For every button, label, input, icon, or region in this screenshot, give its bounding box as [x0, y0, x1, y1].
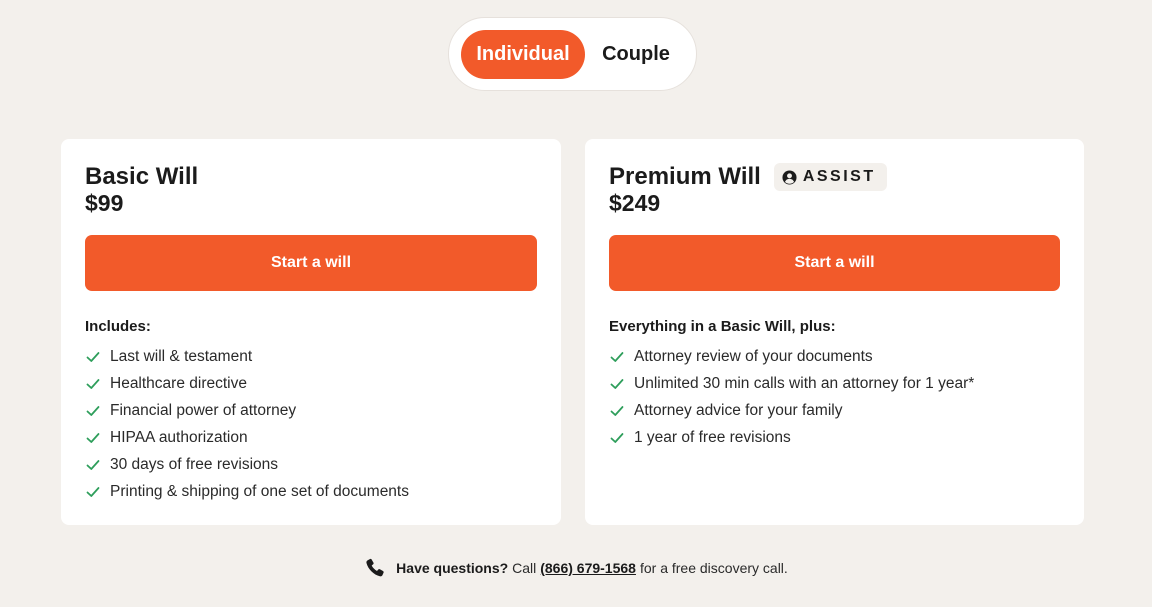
toggle-couple[interactable]: Couple: [586, 30, 686, 79]
basic-will-card: Basic Will $99 Start a will Includes: La…: [61, 139, 561, 525]
check-icon: [86, 351, 100, 362]
phone-link[interactable]: (866) 679-1568: [540, 560, 636, 576]
features-list: Last will & testament Healthcare directi…: [85, 343, 409, 505]
list-item: Financial power of attorney: [85, 397, 409, 424]
premium-will-card: Premium Will ASSIST $249 Start a will Ev…: [585, 139, 1084, 525]
plan-price: $249: [609, 190, 661, 216]
list-item: Last will & testament: [85, 343, 409, 370]
features-heading: Includes:: [85, 318, 151, 335]
questions-label: Have questions?: [396, 560, 509, 576]
user-circle-icon: [782, 169, 797, 185]
plan-title: Premium Will ASSIST: [609, 163, 887, 191]
list-item: Attorney review of your documents: [609, 343, 974, 370]
list-item: Unlimited 30 min calls with an attorney …: [609, 370, 974, 397]
footer-tail: for a free discovery call.: [639, 560, 788, 576]
list-item: Attorney advice for your family: [609, 397, 974, 424]
features-heading: Everything in a Basic Will, plus:: [609, 318, 836, 335]
plan-type-toggle: Individual Couple: [448, 17, 697, 91]
start-will-button[interactable]: Start a will: [85, 235, 537, 291]
phone-icon: [366, 558, 384, 577]
list-item: Healthcare directive: [85, 370, 409, 397]
list-item: Printing & shipping of one set of docume…: [85, 478, 409, 505]
assist-badge: ASSIST: [773, 163, 887, 191]
call-text: Call: [512, 560, 537, 576]
check-icon: [86, 459, 100, 470]
start-will-button[interactable]: Start a will: [609, 235, 1060, 291]
check-icon: [86, 486, 100, 497]
help-footer: Have questions? Call (866) 679-1568 for …: [0, 555, 1152, 581]
features-list: Attorney review of your documents Unlimi…: [609, 343, 974, 451]
check-icon: [86, 432, 100, 443]
list-item: 1 year of free revisions: [609, 424, 974, 451]
check-icon: [610, 405, 624, 416]
check-icon: [610, 351, 624, 362]
check-icon: [610, 432, 624, 443]
check-icon: [610, 378, 624, 389]
list-item: 30 days of free revisions: [85, 451, 409, 478]
plan-title: Basic Will: [85, 163, 199, 190]
plan-price: $99: [85, 190, 124, 216]
toggle-individual[interactable]: Individual: [461, 30, 585, 79]
check-icon: [86, 405, 100, 416]
check-icon: [86, 378, 100, 389]
list-item: HIPAA authorization: [85, 424, 409, 451]
